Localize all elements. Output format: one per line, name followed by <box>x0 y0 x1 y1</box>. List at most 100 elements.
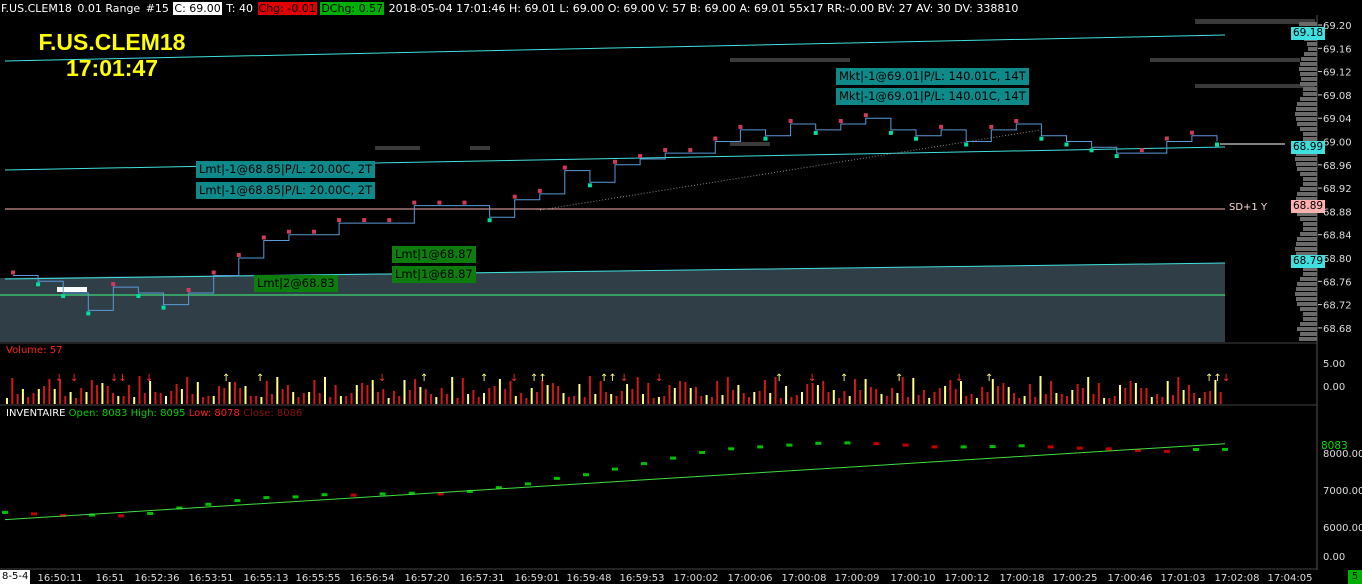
volume-profile-bar <box>1300 307 1317 311</box>
volume-bar <box>106 386 109 404</box>
inventory-candle <box>1076 446 1083 450</box>
price-candle <box>663 148 668 153</box>
volume-bar <box>949 380 952 404</box>
volume-bar <box>657 397 660 404</box>
volume-bar <box>673 388 676 404</box>
price-axis-label: 68.84 <box>1323 231 1352 242</box>
volume-bar <box>223 388 226 404</box>
volume-profile-bar <box>1297 327 1317 331</box>
volume-bar <box>875 389 878 404</box>
volume-bar <box>578 384 581 404</box>
time-axis-label: 16:57:20 <box>405 573 450 584</box>
volume-bar <box>997 386 1000 404</box>
volume-bar <box>912 378 915 404</box>
time-axis-label: 16:55:55 <box>296 573 341 584</box>
lower-channel-price-tag: 68.79 <box>1291 255 1326 268</box>
limit-buy-order-label[interactable]: Lmt|2@68.83 <box>254 275 338 292</box>
volume-bar <box>233 382 236 404</box>
limit-buy-order-label[interactable]: Lmt|1@68.87 <box>392 246 476 263</box>
volume-bar <box>928 398 931 404</box>
volume-profile-bar <box>1301 57 1317 61</box>
volume-profile-bar <box>1297 282 1317 286</box>
market-order-label[interactable]: Mkt|-1@69.01|P/L: 140.01C, 14T <box>836 68 1029 85</box>
inventory-candle <box>118 514 125 518</box>
volume-bar <box>255 396 258 404</box>
volume-bar <box>859 390 862 404</box>
depth-ghost-block <box>470 146 490 150</box>
time-axis-label: 16:55:13 <box>244 573 289 584</box>
symbol-overlay: F.US.CLEM18 17:01:47 <box>27 29 197 81</box>
price-candle <box>562 165 567 170</box>
volume-profile-bar <box>1303 87 1317 91</box>
volume-bar <box>763 380 766 404</box>
price-candle <box>763 136 768 141</box>
price-candle <box>1139 148 1144 153</box>
time-axis-label: 17:00:08 <box>782 573 827 584</box>
price-candle <box>36 282 41 287</box>
volume-bar <box>1050 381 1053 404</box>
volume-profile-bar <box>1300 172 1317 176</box>
volume-bar <box>175 384 178 404</box>
volume-bar <box>917 395 920 404</box>
limit-buy-order-label[interactable]: Lmt|1@68.87 <box>392 266 476 283</box>
volume-bar <box>408 390 411 404</box>
volume-bar <box>456 398 459 404</box>
volume-bar <box>345 396 348 404</box>
volume-bar <box>212 396 215 404</box>
volume-profile-bar <box>1297 237 1317 241</box>
volume-profile-bar <box>1303 92 1317 96</box>
value-area-band <box>0 278 1225 342</box>
volume-profile-bar <box>1297 102 1317 106</box>
status-badge[interactable]: 5 <box>1348 570 1362 584</box>
market-order-label[interactable]: Mkt|-1@69.01|P/L: 140.01C, 14T <box>836 88 1029 105</box>
chart-canvas[interactable]: 69.20 69.16 69.12 69.08 69.04 69.00 68.96 68.92… <box>0 0 1362 584</box>
limit-order-label[interactable]: Lmt|-1@68.85|P/L: 20.00C, 2T <box>196 161 376 178</box>
volume-bar <box>965 396 968 404</box>
close-badge: C: 69.00 <box>173 2 222 15</box>
inventory-candle <box>524 482 531 486</box>
price-candle <box>613 159 617 164</box>
volume-arrow-icon: ↑ <box>985 373 993 384</box>
volume-profile-bar <box>1296 242 1317 246</box>
volume-bar <box>864 379 867 404</box>
volume-bar <box>127 385 130 404</box>
volume-bar <box>392 391 395 404</box>
volume-bar <box>302 393 305 404</box>
inventory-candle <box>379 492 386 496</box>
volume-bar <box>816 385 819 404</box>
price-candle <box>61 294 66 298</box>
chart-window[interactable]: { "header": { "symbol": "F.US.CLEM18", "… <box>0 0 1362 584</box>
time-axis-label: 16:53:51 <box>189 573 234 584</box>
volume-profile-bar <box>1300 277 1317 281</box>
volume-profile-bar <box>1299 337 1317 341</box>
volume-bar <box>1198 398 1201 404</box>
volume-bar <box>838 398 841 404</box>
volume-bar <box>32 393 35 404</box>
ticks-text: T: 40 <box>226 2 254 15</box>
volume-bar <box>493 386 496 404</box>
volume-bar <box>1103 398 1106 404</box>
volume-bar <box>292 392 295 404</box>
inventory-candle <box>321 493 328 497</box>
inventory-candle <box>2 510 8 514</box>
volume-bar <box>265 381 268 404</box>
indicator-low: Low: 8078 <box>188 408 240 419</box>
volume-bar <box>207 396 210 404</box>
volume-bar <box>80 388 83 404</box>
volume-bar <box>604 392 607 404</box>
volume-bar <box>1193 393 1196 404</box>
volume-arrow-icon: ↑ <box>895 373 903 384</box>
symbol-text: F.US.CLEM18 <box>1 2 72 15</box>
volume-bar <box>11 378 14 404</box>
volume-arrow-icon: ↓ <box>510 373 518 384</box>
volume-bar <box>1172 395 1174 404</box>
volume-bar <box>1219 392 1222 404</box>
volume-bar <box>382 389 385 404</box>
volume-bar <box>154 392 157 404</box>
volume-arrow-icon: ↓ <box>655 373 663 384</box>
volume-profile-bar <box>1297 192 1317 196</box>
limit-order-label[interactable]: Lmt|-1@68.85|P/L: 20.00C, 2T <box>196 182 376 199</box>
price-candle <box>813 130 818 135</box>
volume-bar <box>1013 393 1015 404</box>
volume-bar <box>366 385 369 404</box>
